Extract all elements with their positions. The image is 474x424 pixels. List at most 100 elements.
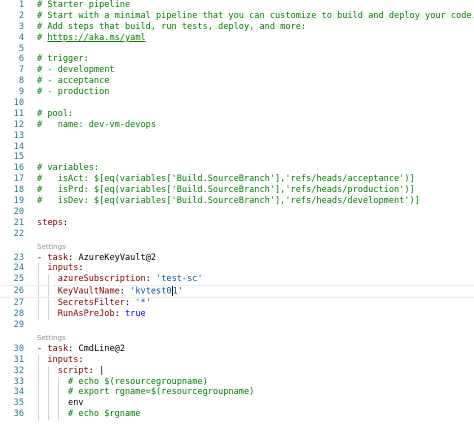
code-line[interactable]: 6 # trigger: xyxy=(0,54,474,65)
line-number: 25 xyxy=(13,274,24,285)
code-text: azureSubscription: 'test-sc' xyxy=(37,274,203,285)
yaml-key: task xyxy=(47,343,69,354)
code-text: # - acceptance xyxy=(37,76,109,87)
code-line[interactable]: 17 # isAct: $[eq(variables['Build.SourceB… xyxy=(0,174,474,185)
line-number: 14 xyxy=(13,141,24,152)
code-text: - task: CmdLine@2 xyxy=(37,344,125,355)
code-text: # export rgname=$(resourcegroupname) xyxy=(37,387,254,398)
indent-guide xyxy=(48,286,49,298)
code-line[interactable]: 16 # variables: xyxy=(0,163,474,174)
code-line[interactable]: 10 xyxy=(0,98,474,109)
code-line[interactable]: 8 # - acceptance xyxy=(0,76,474,87)
code-text: steps: xyxy=(37,218,68,229)
code-text: inputs: xyxy=(37,354,84,366)
yaml-key: SecretsFilter xyxy=(57,298,125,309)
comment-token: # echo $rgname xyxy=(68,409,141,420)
line-number: 19 xyxy=(13,196,24,207)
code-line[interactable]: 18 # isPrd: $[eq(variables['Build.SourceB… xyxy=(0,185,474,196)
code-line[interactable]: 27 SecretsFilter: '*' xyxy=(0,298,474,310)
yaml-key: steps xyxy=(37,217,63,228)
indent-guide xyxy=(38,298,39,310)
code-line[interactable]: 22 xyxy=(0,229,474,240)
line-number: 24 xyxy=(13,263,24,274)
code-line[interactable]: 13 xyxy=(0,131,474,142)
indent-guide xyxy=(48,274,49,286)
comment-token: # echo $(resourcegroupname) xyxy=(68,376,208,387)
line-number: 11 xyxy=(13,108,24,119)
comment-token: # name: dev-vm-devops xyxy=(37,119,156,130)
code-token: env xyxy=(37,398,84,409)
line-number: 4 xyxy=(18,32,24,43)
code-token: : xyxy=(78,354,84,365)
line-number: 13 xyxy=(13,130,24,141)
indent-guide xyxy=(58,409,59,421)
code-token: - xyxy=(37,252,48,263)
code-line[interactable]: 36 # echo $rgname xyxy=(0,409,474,421)
yaml-value: 'test-sc' xyxy=(156,274,203,285)
code-line[interactable]: 19 # isDev: $[eq(variables['Build.SourceB… xyxy=(0,196,474,207)
line-number: 20 xyxy=(13,206,24,217)
line-number: 5 xyxy=(18,43,24,54)
code-text: # - production xyxy=(37,87,109,98)
code-line[interactable]: 20 xyxy=(0,207,474,218)
code-line[interactable]: 33 # echo $(resourcegroupname) xyxy=(0,376,474,388)
indent-guide xyxy=(58,398,59,410)
yaml-key: RunAsPreJob xyxy=(57,309,115,320)
code-text: # isDev: $[eq(variables['Build.SourceBra… xyxy=(37,196,420,207)
code-line[interactable]: 28 RunAsPreJob: true xyxy=(0,309,474,320)
indent-guide xyxy=(58,376,59,388)
line-number: 15 xyxy=(13,152,24,163)
yaml-value: 'kvtest0 xyxy=(130,286,172,297)
indent-guide xyxy=(38,263,39,275)
code-line[interactable]: 12 # name: dev-vm-devops xyxy=(0,120,474,131)
code-line[interactable]: 11 # pool: xyxy=(0,109,474,120)
code-line[interactable]: 23 - task: AzureKeyVault@2 xyxy=(0,253,474,264)
code-token: : xyxy=(62,217,69,228)
code-line[interactable]: 1 # Starter pipeline xyxy=(0,0,474,11)
code-line[interactable]: 15 xyxy=(0,152,474,163)
line-number: 30 xyxy=(13,343,24,354)
comment-token: # variables: xyxy=(37,163,100,174)
code-line[interactable]: 31 inputs: xyxy=(0,354,474,366)
line-number: 10 xyxy=(13,98,24,109)
code-editor[interactable]: 1 # Starter pipeline 2 # Start with a minim… xyxy=(0,0,474,424)
code-line[interactable]: 4 # https://aka.ms/yaml xyxy=(0,33,474,44)
yaml-key: KeyVaultName xyxy=(57,286,120,297)
comment-token: # - acceptance xyxy=(37,76,110,87)
comment-token: # Starter pipeline xyxy=(37,0,131,10)
code-line[interactable]: 9 # - production xyxy=(0,87,474,98)
line-number: 16 xyxy=(13,163,24,174)
indent-guide xyxy=(38,309,39,320)
code-line[interactable]: 30 - task: CmdLine@2 xyxy=(0,344,474,355)
yaml-key: task xyxy=(47,252,69,263)
line-number: 21 xyxy=(13,217,24,228)
codelens-settings[interactable]: Settings xyxy=(0,242,474,253)
code-line[interactable]: 2 # Start with a minimal pipeline that yo… xyxy=(0,11,474,22)
indent-guide xyxy=(38,286,39,298)
indent-guide xyxy=(48,309,49,320)
code-line[interactable]: 5 xyxy=(0,44,474,55)
code-line[interactable]: 34 # export rgname=$(resourcegroupname) xyxy=(0,387,474,399)
yaml-value: '*' xyxy=(135,298,151,309)
code-line[interactable]: 32 script: | xyxy=(0,365,474,377)
line-number: 26 xyxy=(13,286,24,297)
code-line[interactable]: 35 env xyxy=(0,398,474,410)
line-number: 23 xyxy=(13,252,24,263)
code-line[interactable]: 14 xyxy=(0,142,474,153)
code-token: : xyxy=(78,263,84,274)
code-line[interactable]: 29 xyxy=(0,320,474,331)
indent-guide xyxy=(38,354,39,366)
code-line[interactable]: 26 KeyVaultName: 'kvtest01' xyxy=(0,285,474,299)
code-line[interactable]: 24 inputs: xyxy=(0,263,474,275)
code-line[interactable]: 3 # Add steps that build, run tests, depl… xyxy=(0,22,474,33)
code-line[interactable]: 25 azureSubscription: 'test-sc' xyxy=(0,274,474,286)
codelens-settings[interactable]: Settings xyxy=(0,333,474,344)
code-line[interactable]: 21 steps: xyxy=(0,218,474,229)
line-number: 18 xyxy=(13,185,24,196)
code-line[interactable]: 7 # - development xyxy=(0,65,474,76)
yaml-key: script xyxy=(57,365,89,376)
code-text: SecretsFilter: '*' xyxy=(37,298,151,309)
code-text: # - development xyxy=(37,65,115,76)
indent-guide xyxy=(38,274,39,286)
